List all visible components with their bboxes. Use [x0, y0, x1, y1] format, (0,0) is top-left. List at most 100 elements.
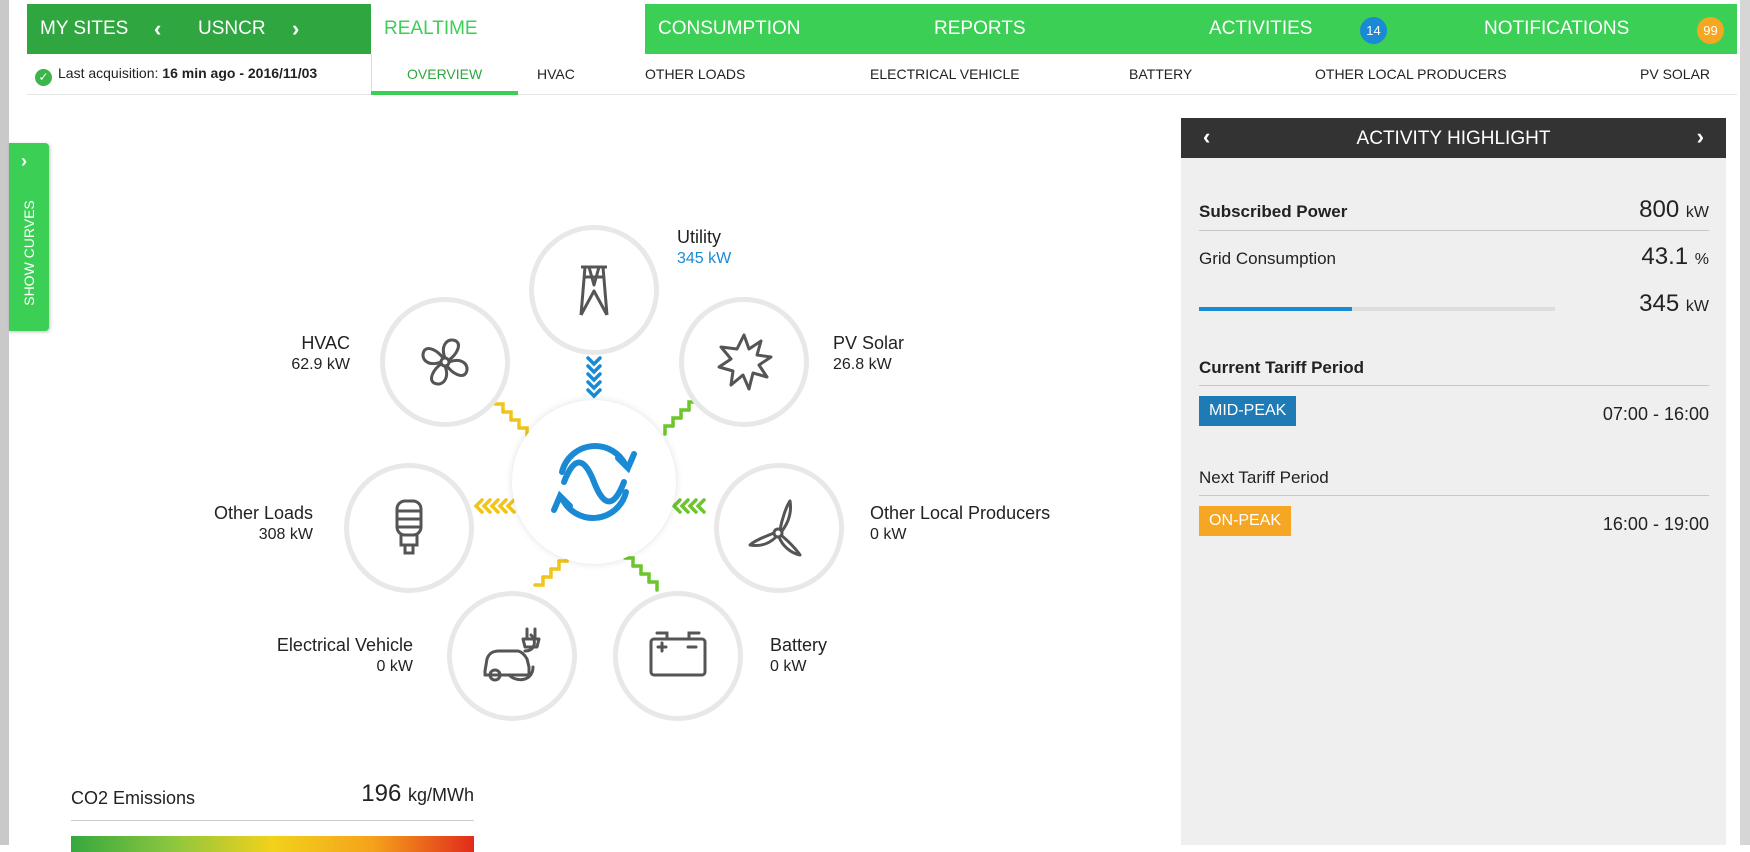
other-loads-node[interactable]	[344, 463, 474, 593]
pv-solar-label: PV Solar 26.8 kW	[833, 333, 904, 375]
ev-node[interactable]	[447, 591, 577, 721]
pv-solar-node[interactable]	[679, 297, 809, 427]
tab-other-local-producers[interactable]: OTHER LOCAL PRODUCERS	[1315, 66, 1507, 82]
activity-title: ACTIVITY HIGHLIGHT	[1356, 128, 1551, 149]
grid-progress-bar	[1199, 307, 1555, 311]
battery-label: Battery 0 kW	[770, 635, 827, 677]
bulb-icon	[395, 499, 423, 555]
site-name[interactable]: USNCR	[198, 4, 266, 54]
chevron-right-icon[interactable]: ›	[292, 4, 299, 54]
pv-solar-connector	[663, 400, 699, 436]
mid-peak-badge: MID-PEAK	[1199, 396, 1297, 426]
activities-badge: 14	[1360, 17, 1387, 44]
tab-hvac[interactable]: HVAC	[537, 66, 575, 82]
other-loads-value: 308 kW	[258, 526, 313, 543]
ev-name: Electrical Vehicle	[276, 635, 413, 655]
divider	[1199, 385, 1709, 386]
current-tariff-time: 07:00 - 16:00	[1602, 404, 1709, 424]
power-tower-icon	[579, 265, 609, 316]
other-producers-value: 0 kW	[870, 526, 907, 543]
left-edge	[0, 0, 9, 845]
active-tab-underline	[371, 91, 518, 95]
co2-unit: kg/MWh	[407, 785, 474, 805]
utility-value: 345 kW	[677, 250, 732, 267]
show-curves-tab[interactable]: › SHOW CURVES	[9, 143, 49, 331]
divider	[1199, 230, 1709, 231]
tab-other-loads[interactable]: OTHER LOADS	[645, 66, 745, 82]
other-loads-label: Other Loads 308 kW	[160, 503, 313, 545]
grid-label: Grid Consumption	[1199, 249, 1337, 268]
pv-solar-name: PV Solar	[833, 333, 905, 353]
pv-solar-value: 26.8 kW	[833, 356, 892, 373]
divider	[71, 820, 474, 821]
current-tariff-label: Current Tariff Period	[1199, 358, 1364, 377]
co2-number: 196	[361, 780, 402, 807]
check-icon: ✓	[35, 69, 52, 86]
sub-nav: ✓ Last acquisition: 16 min ago - 2016/11/…	[27, 54, 1737, 95]
ev-plug-icon	[483, 627, 541, 682]
chevron-right-icon: ›	[21, 151, 27, 171]
acquisition-value: 16 min ago - 2016/11/03	[162, 65, 318, 81]
tab-pv-solar[interactable]: PV SOLAR	[1640, 66, 1710, 82]
ev-label: Electrical Vehicle 0 kW	[210, 635, 413, 677]
co2-gauge	[71, 836, 474, 852]
co2-value: 196 kg/MWh	[361, 780, 474, 808]
hvac-connector	[493, 402, 529, 438]
hvac-value: 62.9 kW	[291, 356, 350, 373]
grid-kw-number: 345	[1639, 290, 1680, 317]
subscribed-number: 800	[1639, 196, 1680, 223]
last-acquisition: ✓ Last acquisition: 16 min ago - 2016/11/…	[35, 65, 317, 86]
next-tariff-time: 16:00 - 19:00	[1602, 514, 1709, 534]
scrollbar[interactable]	[1740, 0, 1750, 845]
battery-icon	[649, 631, 707, 677]
utility-name: Utility	[677, 227, 721, 247]
other-producers-label: Other Local Producers 0 kW	[870, 503, 1050, 545]
battery-value: 0 kW	[770, 658, 807, 675]
my-sites-link[interactable]: MY SITES	[40, 4, 128, 54]
show-curves-label: SHOW CURVES	[21, 200, 37, 306]
co2-marker	[326, 828, 338, 836]
hvac-name: HVAC	[301, 333, 350, 353]
chevron-right-icon[interactable]: ›	[1697, 124, 1704, 150]
grid-kw-unit: kW	[1685, 298, 1709, 315]
grid-pct-number: 43.1	[1641, 243, 1689, 270]
ev-value: 0 kW	[376, 658, 413, 675]
chevron-left-icon[interactable]: ‹	[154, 4, 161, 54]
grid-progress-fill	[1199, 307, 1353, 311]
divider	[371, 54, 372, 94]
subscribed-value: 800 kW	[1639, 196, 1709, 224]
grid-kw: 345 kW	[1639, 290, 1709, 318]
next-tariff-label: Next Tariff Period	[1199, 468, 1329, 487]
subscribed-label: Subscribed Power	[1199, 202, 1348, 221]
acquisition-label: Last acquisition:	[58, 65, 159, 81]
hvac-node[interactable]	[380, 297, 510, 427]
tab-reports[interactable]: REPORTS	[934, 4, 1026, 54]
utility-connector	[586, 356, 602, 399]
battery-node[interactable]	[613, 591, 743, 721]
subscribed-unit: kW	[1685, 204, 1709, 221]
hvac-label: HVAC 62.9 kW	[230, 333, 350, 375]
grid-pct: 43.1 %	[1641, 243, 1709, 271]
notifications-badge: 99	[1697, 17, 1724, 44]
tab-notifications[interactable]: NOTIFICATIONS	[1484, 4, 1629, 54]
on-peak-badge: ON-PEAK	[1199, 506, 1292, 536]
divider	[1199, 495, 1709, 496]
tab-consumption[interactable]: CONSUMPTION	[658, 4, 801, 54]
tab-realtime[interactable]: REALTIME	[384, 4, 478, 54]
other-producers-connector	[671, 498, 706, 514]
top-nav: MY SITES ‹ USNCR › REALTIME CONSUMPTION …	[27, 4, 1737, 54]
hub-node[interactable]	[512, 400, 676, 564]
other-producers-name: Other Local Producers	[870, 503, 1051, 523]
other-loads-name: Other Loads	[213, 503, 313, 523]
tab-overview[interactable]: OVERVIEW	[407, 66, 482, 82]
other-producers-node[interactable]	[714, 463, 844, 593]
tab-activities[interactable]: ACTIVITIES	[1209, 4, 1312, 54]
tab-battery[interactable]: BATTERY	[1129, 66, 1192, 82]
other-loads-connector	[473, 498, 516, 514]
co2-title: CO2 Emissions	[71, 788, 196, 808]
utility-node[interactable]	[529, 225, 659, 355]
chevron-left-icon[interactable]: ‹	[1203, 124, 1210, 150]
utility-label: Utility 345 kW	[677, 227, 731, 269]
activity-header: ACTIVITY HIGHLIGHT ‹ ›	[1181, 118, 1726, 158]
tab-electrical-vehicle[interactable]: ELECTRICAL VEHICLE	[870, 66, 1020, 82]
